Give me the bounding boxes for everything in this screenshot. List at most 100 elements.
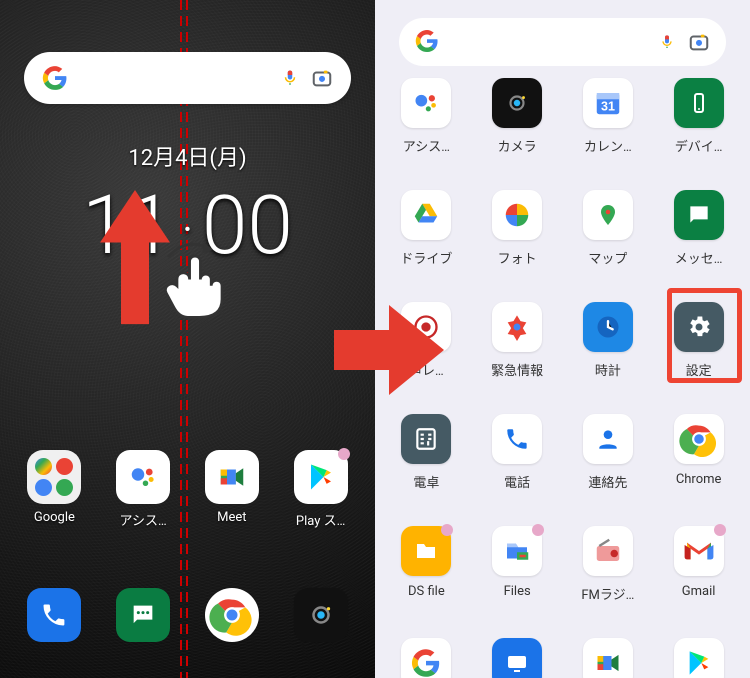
device-icon [674,78,724,128]
app-label: FMラジ… [581,584,634,603]
app-assistant[interactable]: アシス… [381,78,472,190]
app-maps[interactable]: マップ [563,190,654,302]
app-play-store[interactable]: Play ス… [281,450,361,529]
google-folder-icon [27,450,81,504]
home-apps-row: Google アシス… Meet Play ス… [0,450,375,529]
app-messages[interactable]: メッセ… [653,190,744,302]
emergency-icon [492,302,542,352]
mic-icon[interactable] [656,31,678,53]
app-camera[interactable]: カメラ [472,78,563,190]
app-gmail[interactable]: Gmail [653,526,744,638]
photos-icon [492,190,542,240]
app-label: Gmail [682,584,716,599]
calendar-icon: 31 [583,78,633,128]
app-assistant[interactable]: アシス… [103,450,183,529]
chrome-icon [674,414,724,464]
clock-date: 12月4日(月) [0,140,375,172]
dock-phone[interactable] [14,588,94,642]
app-chrome[interactable]: Chrome [653,414,744,526]
voice-rec-icon [401,302,451,352]
app-label: 緊急情報 [491,360,543,379]
fm-radio-icon [583,526,633,576]
meet-icon [583,638,633,678]
app-google-folder[interactable]: Google [14,450,94,529]
maps-icon [583,190,633,240]
drive-icon [401,190,451,240]
app-label: 声レ… [409,360,444,379]
app-play-store[interactable] [653,638,744,678]
phone-icon [27,588,81,642]
phone-icon [492,414,542,464]
messages-icon [674,190,724,240]
svg-text:31: 31 [601,100,615,114]
dock-chrome[interactable] [192,588,272,642]
home-screen: 12月4日(月) 1100 Google アシス… [0,0,375,678]
dock-camera[interactable] [281,588,361,642]
assistant-icon [116,450,170,504]
app-calendar[interactable]: 31 カレン… [563,78,654,190]
app-label: 設定 [686,360,712,379]
drawer-search[interactable] [399,18,726,66]
camera-icon [492,78,542,128]
app-label: ドライブ [400,248,452,267]
play-store-icon [674,638,724,678]
dock-messages[interactable] [103,588,183,642]
app-photos[interactable]: フォト [472,190,563,302]
messages-icon [116,588,170,642]
gmail-icon [674,526,724,576]
app-label: フォト [498,248,537,267]
app-contacts[interactable]: 連絡先 [563,414,654,526]
app-device[interactable]: デバイ… [653,78,744,190]
app-label: 電卓 [413,472,439,491]
app-phone[interactable]: 電話 [472,414,563,526]
app-label: 連絡先 [588,472,627,491]
app-label: DS file [408,584,445,599]
camera-icon [294,588,348,642]
app-ds-file[interactable]: DS file [381,526,472,638]
google-icon [401,638,451,678]
app-settings[interactable]: 設定 [653,302,744,414]
app-fm-radio[interactable]: FMラジ… [563,526,654,638]
clock-icon [583,302,633,352]
google-logo-icon [42,65,68,91]
ds-file-icon [401,526,451,576]
app-tv[interactable] [472,638,563,678]
app-label: 時計 [595,360,621,379]
app-drive[interactable]: ドライブ [381,190,472,302]
app-voice-rec[interactable]: 声レ… [381,302,472,414]
notification-badge [714,524,726,536]
app-emergency[interactable]: 緊急情報 [472,302,563,414]
clock-time: 1100 [0,178,375,274]
tv-icon [492,638,542,678]
lens-icon[interactable] [688,31,710,53]
clock-widget[interactable]: 12月4日(月) 1100 [0,140,375,274]
app-meet[interactable] [563,638,654,678]
app-clock[interactable]: 時計 [563,302,654,414]
dock [0,588,375,642]
app-calculator[interactable]: 電卓 [381,414,472,526]
app-label: Chrome [676,472,722,487]
google-logo-icon [415,29,441,55]
app-label: メッセ… [675,248,723,267]
mic-icon[interactable] [279,67,301,89]
settings-icon [674,302,724,352]
app-drawer: アシス… カメラ 31 カレン… デバイ… ドライブ フォト マップ メッセ… 声レ… 緊急情報 時計… [375,0,750,678]
app-label: カレン… [584,136,632,155]
chrome-icon [205,588,259,642]
notification-badge [532,524,544,536]
app-label: デバイ… [675,136,723,155]
google-search-pill[interactable] [24,52,351,104]
app-label: 電話 [504,472,530,491]
app-label: カメラ [498,136,537,155]
app-label: Files [504,584,531,599]
app-meet[interactable]: Meet [192,450,272,529]
app-label: アシス… [403,136,450,155]
app-files[interactable]: Files [472,526,563,638]
meet-icon [205,450,259,504]
play-store-icon [294,450,348,504]
files-icon [492,526,542,576]
notification-badge [338,448,350,460]
app-label: マップ [588,248,627,267]
lens-icon[interactable] [311,67,333,89]
app-google[interactable]: Google [381,638,472,678]
